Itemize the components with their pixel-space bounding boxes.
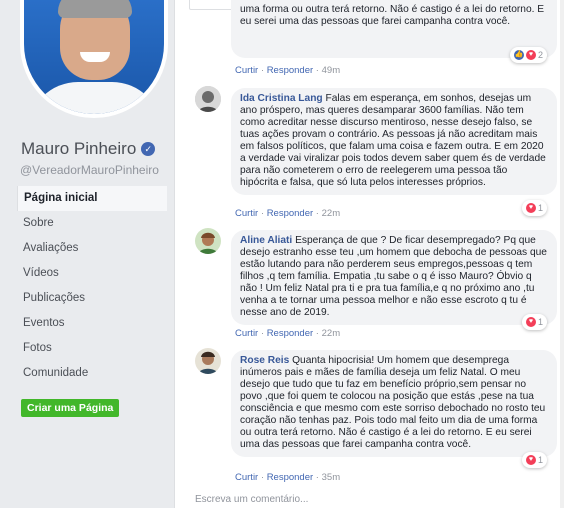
comment-bubble: uma forma ou outra terá retorno. Não é c… <box>231 0 557 58</box>
comment: uma forma ou outra terá retorno. Não é c… <box>195 0 557 76</box>
comment-bubble: Ida Cristina Lang Falas em esperança, em… <box>231 88 557 195</box>
comment: Rose Reis Quanta hipocrisia! Um homem qu… <box>195 348 557 488</box>
commenter-avatar[interactable] <box>195 228 221 254</box>
profile-picture[interactable] <box>20 0 168 118</box>
comment-text: Esperança de que ? De ficar desempregado… <box>240 235 547 318</box>
comment-time[interactable]: 22m <box>322 328 340 339</box>
comment-time[interactable]: 22m <box>322 208 340 219</box>
comment-text: Falas em esperança, em sonhos, desejas u… <box>240 93 546 188</box>
comment-bubble: Rose Reis Quanta hipocrisia! Um homem qu… <box>231 350 557 457</box>
comment-author[interactable]: Rose Reis <box>240 355 289 366</box>
heart-reaction-icon: ♥ <box>525 50 536 60</box>
reply-link[interactable]: Responder <box>267 65 313 76</box>
reply-link[interactable]: Responder <box>267 208 313 219</box>
create-page-button[interactable]: Criar uma Página <box>21 399 120 417</box>
reply-link[interactable]: Responder <box>267 328 313 339</box>
page-sidebar: Mauro Pinheiro ✓ @VereadorMauroPinheiro … <box>0 0 174 508</box>
page-title[interactable]: Mauro Pinheiro ✓ <box>21 139 156 159</box>
nav-item-home[interactable]: Página inicial <box>17 186 167 211</box>
page-handle[interactable]: @VereadorMauroPinheiro <box>20 163 159 177</box>
comment-bubble: Aline Aliati Esperança de que ? De ficar… <box>231 230 557 325</box>
page-nav: Página inicial Sobre Avaliações Vídeos P… <box>17 186 167 386</box>
comment-actions: Curtir · Responder · 35m <box>235 472 341 483</box>
nav-item-reviews[interactable]: Avaliações <box>17 236 167 261</box>
like-link[interactable]: Curtir <box>235 328 258 339</box>
comment-actions: Curtir · Responder · 22m <box>235 208 341 219</box>
like-reaction-icon: 👍 <box>513 50 524 60</box>
comment: Aline Aliati Esperança de que ? De ficar… <box>195 228 557 340</box>
like-link[interactable]: Curtir <box>235 208 258 219</box>
like-link[interactable]: Curtir <box>235 472 258 483</box>
nav-item-community[interactable]: Comunidade <box>17 361 167 386</box>
commenter-avatar[interactable] <box>195 86 221 112</box>
comment-actions: Curtir · Responder · 22m <box>235 328 341 339</box>
nav-item-photos[interactable]: Fotos <box>17 336 167 361</box>
nav-item-about[interactable]: Sobre <box>17 211 167 236</box>
comment-time[interactable]: 49m <box>322 65 340 76</box>
page-name-text[interactable]: Mauro Pinheiro <box>21 139 136 159</box>
reaction-count[interactable]: ♥ 1 <box>521 452 547 468</box>
heart-reaction-icon: ♥ <box>525 203 536 213</box>
comment: Ida Cristina Lang Falas em esperança, em… <box>195 86 557 221</box>
comment-text: Quanta hipocrisia! Um homem que desempre… <box>240 355 546 450</box>
comment-text: uma forma ou outra terá retorno. Não é c… <box>240 4 545 27</box>
heart-reaction-icon: ♥ <box>525 317 536 327</box>
reaction-count[interactable]: 👍 ♥ 2 <box>509 47 547 63</box>
write-comment-input[interactable]: Escreva um comentário... <box>195 494 308 505</box>
comment-author[interactable]: Ida Cristina Lang <box>240 93 323 104</box>
scrollbar[interactable] <box>560 0 564 508</box>
comment-author[interactable]: Aline Aliati <box>240 235 292 246</box>
comment-time[interactable]: 35m <box>322 472 340 483</box>
reaction-count[interactable]: ♥ 1 <box>521 200 547 216</box>
nav-item-events[interactable]: Eventos <box>17 311 167 336</box>
heart-reaction-icon: ♥ <box>525 455 536 465</box>
reply-link[interactable]: Responder <box>267 472 313 483</box>
nav-item-posts[interactable]: Publicações <box>17 286 167 311</box>
reaction-count[interactable]: ♥ 1 <box>521 314 547 330</box>
comments-panel: uma forma ou outra terá retorno. Não é c… <box>174 0 564 508</box>
comment-actions: Curtir · Responder · 49m <box>235 65 341 76</box>
like-link[interactable]: Curtir <box>235 65 258 76</box>
nav-item-videos[interactable]: Vídeos <box>17 261 167 286</box>
verified-badge-icon: ✓ <box>141 142 156 156</box>
commenter-avatar[interactable] <box>195 348 221 374</box>
